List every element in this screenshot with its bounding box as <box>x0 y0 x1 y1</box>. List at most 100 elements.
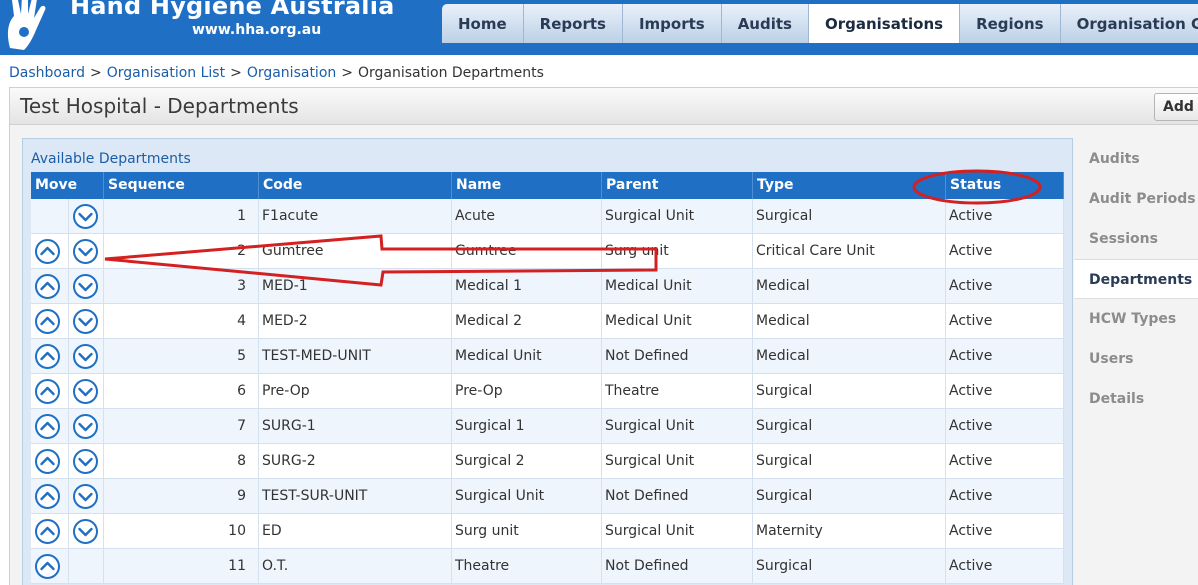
side-sessions[interactable]: Sessions <box>1074 219 1198 259</box>
breadcrumb-link[interactable]: Organisation <box>247 65 336 81</box>
move-down-icon[interactable] <box>72 343 99 370</box>
cell-name: Medical 1 <box>452 269 602 303</box>
move-down-icon[interactable] <box>72 483 99 510</box>
cell-parent: Not Defined <box>602 339 753 373</box>
cell-name: Surgical 2 <box>452 444 602 478</box>
move-up-icon[interactable] <box>34 483 61 510</box>
cell-status: Active <box>946 479 1064 513</box>
move-down-icon[interactable] <box>72 448 99 475</box>
cell-parent: Surgical Unit <box>602 199 753 233</box>
column-header-parent: Parent <box>602 172 753 199</box>
nav-organisations[interactable]: Organisations <box>808 4 961 43</box>
cell-seq: 2 <box>104 234 259 268</box>
side-details[interactable]: Details <box>1074 379 1198 419</box>
move-up-icon[interactable] <box>34 238 61 265</box>
move-up-icon[interactable] <box>34 343 61 370</box>
move-down-cell <box>69 199 104 233</box>
table-row: 2 Gumtree Gumtree Surg unit Critical Care Un… <box>31 234 1064 269</box>
cell-code: F1acute <box>259 199 452 233</box>
move-down-icon[interactable] <box>72 308 99 335</box>
side-departments[interactable]: Departments <box>1074 259 1198 299</box>
side-audits[interactable]: Audits <box>1074 139 1198 179</box>
move-down-icon[interactable] <box>72 203 99 230</box>
move-down-cell <box>69 269 104 303</box>
cell-parent: Surgical Unit <box>602 409 753 443</box>
cell-seq: 3 <box>104 269 259 303</box>
column-header-move: Move <box>31 172 104 199</box>
column-header-name: Name <box>452 172 602 199</box>
move-up-cell <box>31 304 69 338</box>
move-up-icon[interactable] <box>34 553 61 580</box>
table-row: 6 Pre-Op Pre-Op Theatre Surgical Active <box>31 374 1064 409</box>
move-down-icon[interactable] <box>72 238 99 265</box>
cell-code: ED <box>259 514 452 548</box>
cell-seq: 1 <box>104 199 259 233</box>
move-up-icon[interactable] <box>34 448 61 475</box>
cell-code: MED-1 <box>259 269 452 303</box>
cell-seq: 4 <box>104 304 259 338</box>
nav-organisation-groups[interactable]: Organisation Groups <box>1060 4 1198 43</box>
cell-name: Theatre <box>452 549 602 583</box>
nav-imports[interactable]: Imports <box>622 4 722 43</box>
move-down-icon[interactable] <box>72 413 99 440</box>
move-up-icon[interactable] <box>34 273 61 300</box>
cell-parent: Not Defined <box>602 549 753 583</box>
side-hcw-types[interactable]: HCW Types <box>1074 299 1198 339</box>
table-row: 11 O.T. Theatre Not Defined Surgical Active <box>31 549 1064 584</box>
cell-parent: Surg unit <box>602 234 753 268</box>
move-up-icon[interactable] <box>34 308 61 335</box>
column-header-sequence: Sequence <box>104 172 259 199</box>
move-up-cell <box>31 339 69 373</box>
cell-name: Surgical 1 <box>452 409 602 443</box>
table-row: 3 MED-1 Medical 1 Medical Unit Medical Active <box>31 269 1064 304</box>
breadcrumb: Dashboard > Organisation List > Organisation… <box>9 65 544 81</box>
cell-parent: Medical Unit <box>602 269 753 303</box>
nav-regions[interactable]: Regions <box>960 4 1061 43</box>
breadcrumb-link[interactable]: Organisation List <box>107 65 225 81</box>
column-header-type: Type <box>753 172 946 199</box>
move-down-cell <box>69 409 104 443</box>
nav-home[interactable]: Home <box>442 4 524 43</box>
cell-code: Gumtree <box>259 234 452 268</box>
move-up-icon[interactable] <box>34 518 61 545</box>
add-department-button[interactable]: Add Department <box>1154 93 1198 121</box>
table-header: Move Sequence Code Name Parent Type Status <box>31 172 1064 199</box>
logo-url: www.hha.org.au <box>192 22 322 38</box>
logo-name: Hand Hygiene Australia <box>70 0 395 20</box>
cell-type: Maternity <box>753 514 946 548</box>
breadcrumb-link[interactable]: Dashboard <box>9 65 85 81</box>
main-nav: Home Reports Imports Audits Organisations Reg… <box>442 4 1198 43</box>
cell-name: Medical Unit <box>452 339 602 373</box>
cell-parent: Not Defined <box>602 479 753 513</box>
cell-type: Surgical <box>753 444 946 478</box>
table-row: 4 MED-2 Medical 2 Medical Unit Medical Active <box>31 304 1064 339</box>
move-up-cell <box>31 514 69 548</box>
nav-audits[interactable]: Audits <box>721 4 809 43</box>
cell-status: Active <box>946 514 1064 548</box>
move-up-icon[interactable] <box>34 378 61 405</box>
move-down-cell <box>69 479 104 513</box>
move-up-icon[interactable] <box>34 413 61 440</box>
move-down-icon[interactable] <box>72 273 99 300</box>
move-up-cell <box>31 549 69 583</box>
hand-logo-icon <box>7 0 46 50</box>
move-down-cell <box>69 234 104 268</box>
side-users[interactable]: Users <box>1074 339 1198 379</box>
cell-parent: Surgical Unit <box>602 514 753 548</box>
nav-reports[interactable]: Reports <box>523 4 623 43</box>
table-row: 8 SURG-2 Surgical 2 Surgical Unit Surgical Ac… <box>31 444 1064 479</box>
side-audit-periods[interactable]: Audit Periods <box>1074 179 1198 219</box>
cell-type: Surgical <box>753 549 946 583</box>
cell-status: Active <box>946 409 1064 443</box>
move-up-cell <box>31 479 69 513</box>
move-up-cell <box>31 374 69 408</box>
move-up-cell <box>31 199 69 233</box>
cell-code: Pre-Op <box>259 374 452 408</box>
breadcrumb-separator: > <box>89 65 102 81</box>
cell-seq: 11 <box>104 549 259 583</box>
title-bar: Test Hospital - Departments Add Departme… <box>9 87 1198 125</box>
move-down-cell <box>69 304 104 338</box>
move-down-icon[interactable] <box>72 378 99 405</box>
move-down-icon[interactable] <box>72 518 99 545</box>
cell-status: Active <box>946 269 1064 303</box>
